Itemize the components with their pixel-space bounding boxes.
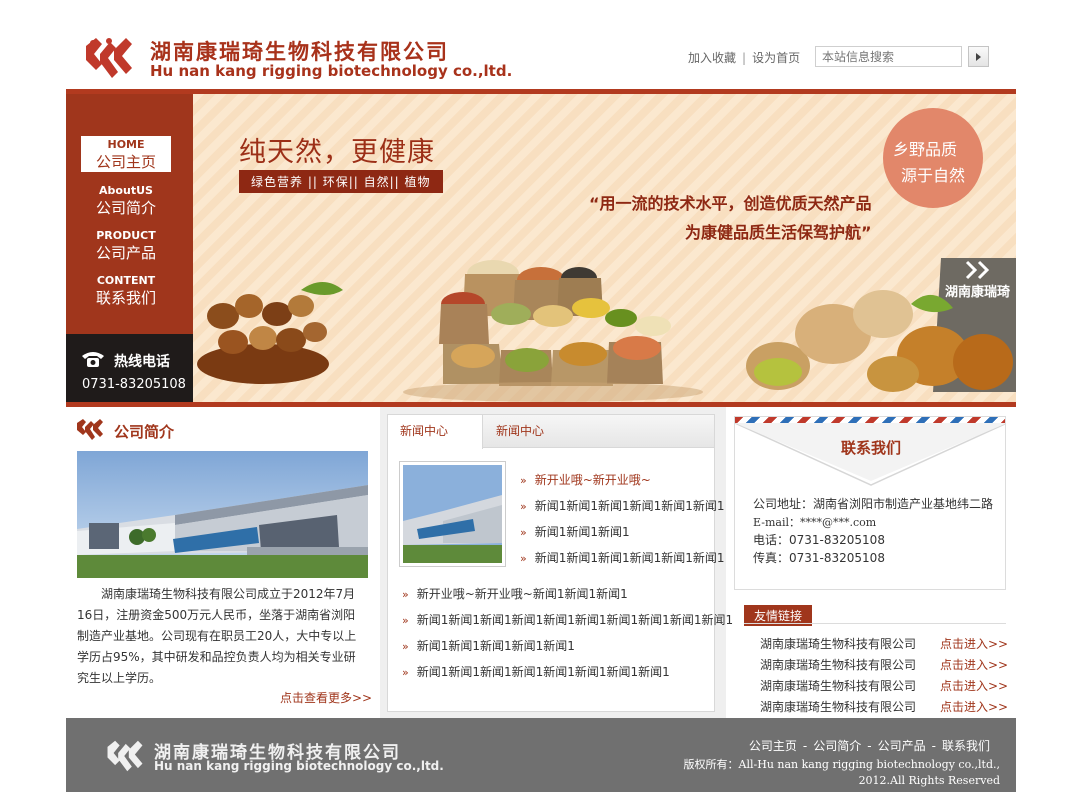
footer-link-product[interactable]: 公司产品 — [878, 739, 926, 753]
bookmark-link[interactable]: 加入收藏 — [688, 51, 736, 65]
news-item[interactable]: 新闻1新闻1新闻1新闻1新闻1 — [402, 637, 575, 654]
badge-line2: 源于自然 — [901, 166, 966, 185]
hero-banner: 湖南康瑞琦 纯天然，更健康 绿色营养 || 环保|| 自然|| 植物 “用一流的… — [193, 94, 1016, 402]
badge-line1: 乡野品质 — [893, 140, 958, 159]
search-button[interactable] — [968, 46, 989, 67]
nav-item-product[interactable]: PRODUCT 公司产品 — [81, 229, 171, 263]
page: 湖南康瑞琦生物科技有限公司 Hu nan kang rigging biotec… — [0, 0, 1089, 792]
nav-item-en: HOME — [107, 138, 145, 151]
tab-news-center-1[interactable]: 新闻中心 — [388, 415, 483, 449]
link-row: 湖南康瑞琦生物科技有限公司 点击进入>> — [760, 677, 1008, 694]
intro-title: 公司简介 — [114, 423, 175, 441]
news-item[interactable]: 新闻1新闻1新闻1新闻1新闻1新闻1 — [520, 549, 725, 566]
footer: 湖南康瑞琦生物科技有限公司 Hu nan kang rigging biotec… — [66, 718, 1016, 792]
footer-logo-mark — [107, 740, 143, 772]
links-divider — [744, 623, 1006, 624]
nav-item-contact[interactable]: CONTENT 联系我们 — [81, 274, 171, 308]
banner-quote-line1: “用一流的技术水平，创造优质天然产品 — [589, 194, 872, 213]
footer-nav-separator: - — [802, 739, 808, 753]
footer-copyright-line1: 版权所有：All-Hu nan kang rigging biotechnolo… — [683, 758, 1000, 771]
view-more-link[interactable]: 点击查看更多>> — [280, 689, 372, 706]
nav-item-cn: 联系我们 — [95, 289, 156, 307]
link-separator: | — [742, 51, 747, 65]
search-input[interactable] — [815, 46, 962, 67]
hotline-label: 热线电话 — [114, 354, 170, 370]
nav-item-home[interactable]: HOME 公司主页 — [81, 136, 171, 172]
banner-tagline: 绿色营养 || 环保|| 自然|| 植物 — [239, 170, 443, 193]
phone-icon — [82, 352, 104, 367]
nav-item-en: AboutUS — [99, 184, 153, 197]
set-homepage-link[interactable]: 设为首页 — [752, 51, 800, 65]
contact-card: 联系我们 公司地址：湖南省浏阳市制造产业基地纬二路 E-mail：****@**… — [734, 416, 1006, 590]
link-name[interactable]: 湖南康瑞琦生物科技有限公司 — [760, 679, 916, 693]
news-item[interactable]: 新开业哦~新开业哦~ — [520, 471, 651, 488]
link-row: 湖南康瑞琦生物科技有限公司 点击进入>> — [760, 698, 1008, 715]
link-row: 湖南康瑞琦生物科技有限公司 点击进入>> — [760, 656, 1008, 673]
footer-link-about[interactable]: 公司简介 — [813, 739, 861, 753]
link-enter[interactable]: 点击进入>> — [940, 656, 1008, 673]
bag-label-text: 湖南康瑞琦 — [945, 284, 1010, 300]
nav-item-cn: 公司简介 — [95, 199, 156, 217]
banner-quote-line2: 为康健品质生活保驾护航” — [685, 223, 872, 242]
news-item[interactable]: 新闻1新闻1新闻1新闻1新闻1新闻1新闻1新闻1 — [402, 663, 670, 680]
footer-link-home[interactable]: 公司主页 — [749, 739, 797, 753]
hotline-box: 热线电话 0731-83205108 — [66, 334, 193, 402]
footer-nav-separator: - — [931, 739, 936, 753]
search-arrow-icon — [976, 53, 981, 61]
footer-link-contact[interactable]: 联系我们 — [942, 739, 990, 753]
section-logo-icon — [77, 419, 103, 440]
nav-item-cn: 公司主页 — [95, 153, 156, 171]
footer-copyright-line2: 2012.All Rights Reserved — [858, 774, 1000, 787]
contact-phone: 电话：0731-83205108 — [753, 533, 885, 547]
banner-slogan: 纯天然，更健康 — [239, 137, 435, 168]
news-item[interactable]: 新闻1新闻1新闻1新闻1新闻1新闻1 — [520, 497, 725, 514]
nav-item-en: CONTENT — [96, 274, 156, 287]
company-name-en: Hu nan kang rigging biotechnology co.,lt… — [150, 62, 513, 80]
contact-email: E-mail：****@***.com — [753, 516, 877, 529]
link-name[interactable]: 湖南康瑞琦生物科技有限公司 — [760, 700, 916, 714]
main-nav: HOME 公司主页 AboutUS 公司简介 PRODUCT 公司产品 CONT… — [66, 94, 193, 334]
link-enter[interactable]: 点击进入>> — [940, 677, 1008, 694]
contact-title: 联系我们 — [840, 439, 901, 457]
top-links: 加入收藏 | 设为首页 — [688, 49, 800, 66]
news-item[interactable]: 新闻1新闻1新闻1 — [520, 523, 630, 540]
link-enter[interactable]: 点击进入>> — [940, 698, 1008, 715]
nav-item-cn: 公司产品 — [95, 244, 156, 262]
banner-badge: 乡野品质 源于自然 — [883, 108, 983, 208]
nav-item-en: PRODUCT — [96, 229, 156, 242]
tab-news-center-2[interactable]: 新闻中心 — [484, 415, 556, 448]
link-name[interactable]: 湖南康瑞琦生物科技有限公司 — [760, 637, 916, 651]
hotline-number: 0731-83205108 — [82, 377, 186, 392]
intro-text: 湖南康瑞琦生物科技有限公司成立于2012年7月16日，注册资金500万元人民币，… — [77, 587, 357, 685]
nav-item-about[interactable]: AboutUS 公司简介 — [81, 184, 171, 218]
footer-nav-separator: - — [867, 739, 872, 753]
link-row: 湖南康瑞琦生物科技有限公司 点击进入>> — [760, 635, 1008, 652]
footer-nav: 公司主页 - 公司简介 - 公司产品 - 联系我们 — [749, 737, 990, 754]
contact-address: 公司地址：湖南省浏阳市制造产业基地纬二路 — [753, 497, 994, 511]
logo-mark — [86, 38, 132, 78]
footer-company-en: Hu nan kang rigging biotechnology co.,lt… — [154, 759, 444, 773]
factory-image — [77, 451, 368, 578]
news-tabs: 新闻中心 新闻中心 — [388, 415, 714, 449]
link-enter[interactable]: 点击进入>> — [940, 635, 1008, 652]
news-panel: 新闻中心 新闻中心 新开业哦~新开业哦~ 新闻1新闻1新闻1新闻1新闻1新闻1 … — [387, 414, 733, 712]
news-item[interactable]: 新开业哦~新开业哦~新闻1新闻1新闻1 — [402, 585, 628, 602]
contact-fax: 传真：0731-83205108 — [753, 551, 885, 565]
link-name[interactable]: 湖南康瑞琦生物科技有限公司 — [760, 658, 916, 672]
news-item[interactable]: 新闻1新闻1新闻1新闻1新闻1新闻1新闻1新闻1新闻1新闻1 — [402, 611, 733, 628]
news-thumbnail[interactable] — [399, 461, 506, 567]
